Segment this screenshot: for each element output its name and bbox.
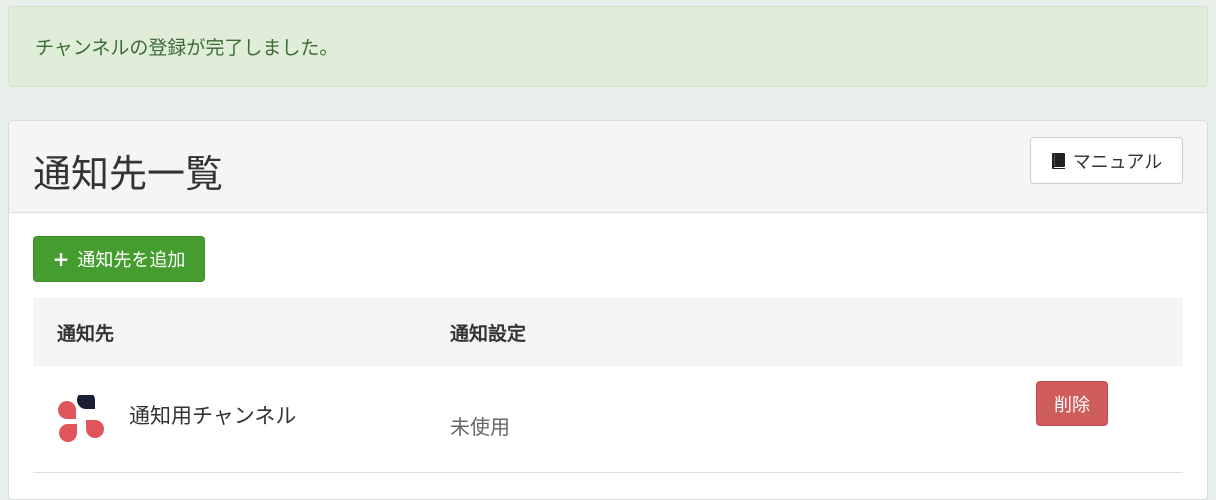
add-destination-label: 通知先を追加 <box>77 250 186 271</box>
plus-icon: + <box>52 247 70 271</box>
manual-button[interactable]: マニュアル <box>1030 137 1183 184</box>
column-header-destination: 通知先 <box>57 322 115 345</box>
panel-header: 通知先一覧 マニュアル <box>9 121 1207 213</box>
alert-message: チャンネルの登録が完了しました。 <box>35 37 339 59</box>
page-title: 通知先一覧 <box>33 152 224 196</box>
add-destination-button[interactable]: + 通知先を追加 <box>33 236 205 282</box>
destination-name: 通知用チャンネル <box>129 404 297 428</box>
notification-destinations-panel: 通知先一覧 マニュアル + 通知先を追加 通知先 通知設定 通知用チャンネル 未… <box>8 120 1208 500</box>
table-row: 通知用チャンネル 未使用 削除 <box>33 366 1183 473</box>
setting-cell: 未使用 <box>450 414 510 439</box>
success-alert: チャンネルの登録が完了しました。 <box>8 6 1208 87</box>
channel-logo-icon <box>58 395 104 442</box>
column-header-setting: 通知設定 <box>450 322 527 345</box>
book-icon <box>1051 152 1065 169</box>
table-header: 通知先 通知設定 <box>33 298 1183 366</box>
destinations-table: 通知先 通知設定 通知用チャンネル 未使用 削除 <box>33 298 1183 473</box>
manual-button-label: マニュアル <box>1072 151 1163 173</box>
destination-cell: 通知用チャンネル <box>33 395 450 443</box>
delete-button[interactable]: 削除 <box>1036 381 1108 426</box>
